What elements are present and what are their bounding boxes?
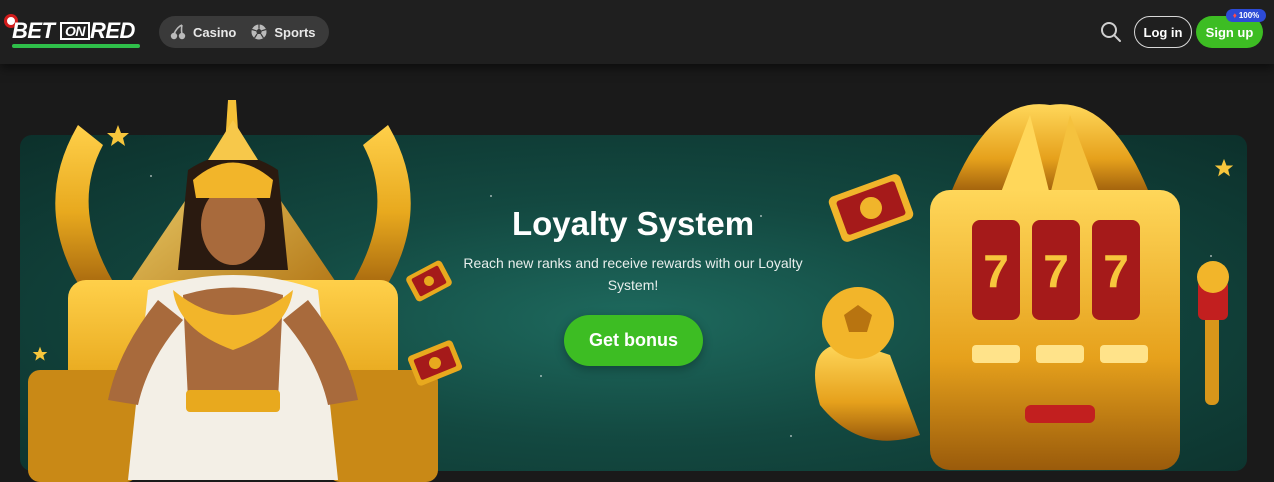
logo-text-bet: BET (12, 18, 55, 43)
search-icon[interactable] (1100, 21, 1122, 43)
pharaoh-illustration (28, 100, 438, 482)
star-icon (107, 125, 129, 146)
star-icon (32, 346, 48, 361)
get-bonus-button[interactable]: Get bonus (564, 315, 703, 366)
top-header: BET ON RED Casino Sports Log in Sign up (0, 0, 1274, 64)
nav-label-casino: Casino (193, 24, 237, 40)
brand-logo[interactable]: BET ON RED (4, 14, 142, 50)
logo-underline (12, 44, 140, 48)
signup-badge-text: 100% (1238, 11, 1260, 20)
nav-label-sports: Sports (274, 24, 316, 40)
banner-title: Loyalty System (511, 205, 755, 242)
svg-text:7: 7 (1103, 245, 1129, 297)
gem-icon: ♦ (1232, 11, 1237, 20)
banner-description: Reach new ranks and receive rewards with… (463, 255, 803, 293)
ticket-icon (407, 340, 463, 386)
svg-text:7: 7 (1043, 245, 1069, 297)
nav-item-sports[interactable]: Sports (250, 16, 316, 48)
nav-item-casino[interactable]: Casino (169, 16, 236, 48)
ticket-icon (406, 260, 452, 302)
logo-text-on: ON (60, 22, 90, 40)
main-nav: Casino Sports (159, 16, 329, 48)
svg-text:7: 7 (983, 245, 1009, 297)
signup-label: Sign up (1205, 24, 1254, 40)
signup-bonus-badge: ♦ 100% (1226, 9, 1266, 22)
logo-text-red: RED (90, 18, 135, 43)
login-button[interactable]: Log in (1134, 16, 1192, 48)
cherries-icon (170, 24, 186, 40)
soccer-ball-icon (251, 24, 267, 40)
slot-machine-illustration: 7 7 7 (815, 104, 1229, 470)
